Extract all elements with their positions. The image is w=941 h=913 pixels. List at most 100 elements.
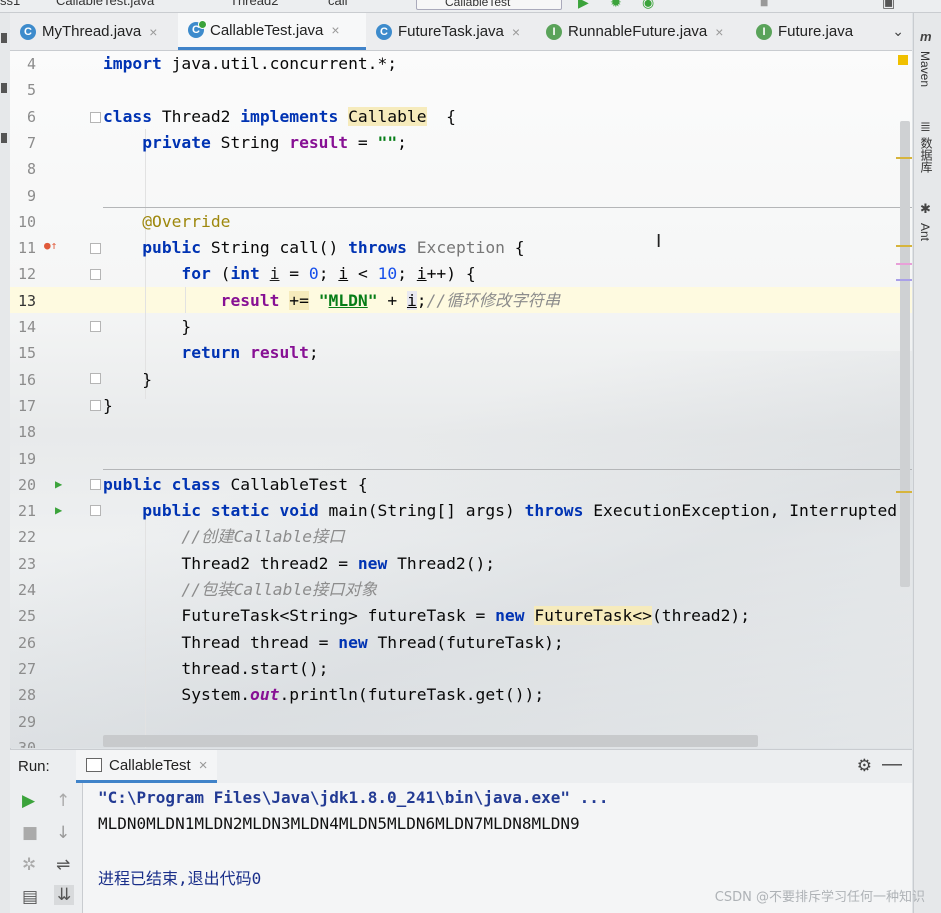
ant-tool-label[interactable]: Ant — [918, 223, 932, 241]
fold-marker[interactable] — [90, 400, 101, 411]
fold-marker[interactable] — [90, 479, 101, 490]
fold-marker[interactable] — [90, 243, 101, 254]
run-icon[interactable]: ▶ — [578, 0, 589, 11]
code-line-23: Thread2 thread2 = new Thread2(); — [103, 553, 496, 573]
stop-icon[interactable]: ■ — [760, 0, 768, 10]
tab-mythread-java[interactable]: C MyThread.java × — [10, 13, 178, 50]
scroll-to-end-icon[interactable]: ⇊ — [54, 885, 75, 905]
code-line-20: public class CallableTest { — [103, 474, 368, 494]
breadcrumb-method[interactable]: call — [328, 0, 348, 8]
project-tool-mark[interactable] — [1, 33, 7, 43]
minimize-icon[interactable]: — — [882, 753, 902, 776]
console-icon — [86, 758, 102, 772]
scroll-marker[interactable] — [896, 491, 912, 493]
code-line-16: } — [103, 369, 153, 389]
line-number: 27 — [17, 659, 36, 678]
line-number: 14 — [17, 318, 36, 336]
database-tool-label[interactable]: 数据库 — [918, 137, 935, 173]
override-marker-icon[interactable]: ●↑ — [44, 239, 57, 252]
settings-icon[interactable]: ▣ — [882, 0, 895, 11]
code-line-15: return result; — [181, 343, 319, 363]
warning-indicator-icon[interactable] — [898, 55, 908, 65]
code-line-11: public String call() throws Exception { — [142, 238, 525, 258]
code-line-27: thread.start(); — [103, 658, 329, 678]
layout-icon[interactable]: ▤ — [22, 887, 38, 907]
run-tab-callabletest[interactable]: CallableTest × — [76, 750, 218, 783]
interface-file-icon: I — [546, 23, 562, 40]
line-number: 16 — [17, 370, 36, 389]
line-number-current: 13 — [17, 291, 36, 310]
line-number: 21 — [17, 502, 36, 521]
code-line-14: } — [103, 317, 192, 336]
close-icon[interactable]: × — [149, 24, 157, 40]
stop-icon[interactable]: ■ — [22, 823, 38, 843]
breadcrumb-project[interactable]: ss1 — [0, 0, 20, 8]
debug-bug-icon[interactable]: ✲ — [22, 855, 36, 875]
line-number: 22 — [17, 528, 36, 547]
scroll-marker[interactable] — [896, 157, 912, 159]
scroll-marker[interactable] — [896, 279, 912, 281]
navigation-toolbar: ss1 CallableTest.java Thread2 call Calla… — [0, 0, 941, 13]
line-number: 30 — [17, 738, 36, 748]
scroll-marker[interactable] — [896, 263, 912, 265]
tab-runnablefuture-java[interactable]: I RunnableFuture.java × — [536, 13, 746, 50]
line-number: 6 — [26, 107, 36, 126]
soft-wrap-icon[interactable]: ⇌ — [56, 855, 70, 875]
run-configuration-select[interactable]: CallableTest — [416, 0, 562, 10]
fold-marker[interactable] — [90, 112, 101, 123]
fold-marker[interactable] — [90, 269, 101, 280]
code-line-22: //创建Callable接口 — [181, 527, 345, 547]
code-line-24: //包装Callable接口对象 — [181, 580, 378, 599]
breadcrumb-class[interactable]: Thread2 — [230, 0, 278, 8]
database-icon[interactable]: ≣ — [920, 119, 931, 135]
close-icon[interactable]: × — [331, 22, 339, 38]
tab-callabletest-java[interactable]: C CallableTest.java × — [178, 13, 366, 50]
line-number: 20 — [17, 475, 36, 494]
line-number: 4 — [26, 55, 36, 73]
fold-marker[interactable] — [90, 373, 101, 384]
breadcrumb-file[interactable]: CallableTest.java — [56, 0, 154, 8]
gear-icon[interactable]: ⚙ — [857, 756, 872, 776]
scroll-up-icon[interactable]: ↑ — [56, 791, 70, 811]
close-icon[interactable]: × — [512, 24, 520, 40]
code-editor[interactable]: 4 5 6 7 8 9 10 11 12 13 14 15 16 17 18 1… — [10, 51, 912, 748]
line-number: 17 — [17, 396, 36, 415]
rerun-icon[interactable]: ▶ — [22, 791, 35, 811]
vertical-scrollbar[interactable] — [900, 121, 910, 587]
close-icon[interactable]: × — [715, 24, 723, 40]
structure-tool-mark[interactable] — [1, 83, 7, 93]
line-number: 26 — [17, 633, 36, 652]
chevron-down-icon[interactable]: ⌄ — [892, 23, 904, 40]
code-line-7: private String result = ""; — [142, 132, 407, 152]
run-class-icon[interactable]: ▶ — [55, 477, 62, 491]
favorites-tool-mark[interactable] — [1, 133, 7, 143]
maven-icon[interactable]: m — [920, 29, 932, 44]
class-file-icon: C — [376, 23, 392, 40]
code-line-13: result += "MLDN" + i;//循环修改字符串 — [220, 290, 561, 310]
debug-icon[interactable]: ✹ — [610, 0, 622, 11]
horizontal-scrollbar[interactable] — [103, 735, 758, 747]
class-file-icon: C — [20, 23, 36, 40]
run-label: Run: — [18, 758, 50, 775]
scroll-down-icon[interactable]: ↓ — [56, 823, 70, 843]
line-number: 15 — [17, 344, 36, 363]
editor-tabs: C MyThread.java × C CallableTest.java × … — [10, 13, 912, 51]
line-number: 24 — [17, 581, 36, 599]
interface-file-icon: I — [756, 23, 772, 40]
run-main-icon[interactable]: ▶ — [55, 503, 62, 517]
coverage-icon[interactable]: ◉ — [642, 0, 654, 11]
run-tool-window-header: Run: CallableTest × ⚙ — — [10, 749, 912, 784]
method-separator — [103, 469, 912, 470]
code-line-21: public static void main(String[] args) t… — [142, 501, 898, 521]
code-line-26: Thread thread = new Thread(futureTask); — [103, 632, 564, 652]
ant-icon[interactable]: ✱ — [920, 201, 931, 217]
line-number: 18 — [17, 423, 36, 442]
fold-marker[interactable] — [90, 505, 101, 516]
fold-marker[interactable] — [90, 321, 101, 332]
close-icon[interactable]: × — [199, 757, 208, 774]
tab-futuretask-java[interactable]: C FutureTask.java × — [366, 13, 536, 50]
line-number: 10 — [17, 212, 36, 231]
maven-tool-label[interactable]: Maven — [918, 51, 932, 87]
tab-future-java[interactable]: I Future.java — [746, 13, 886, 50]
scroll-marker[interactable] — [896, 245, 912, 247]
